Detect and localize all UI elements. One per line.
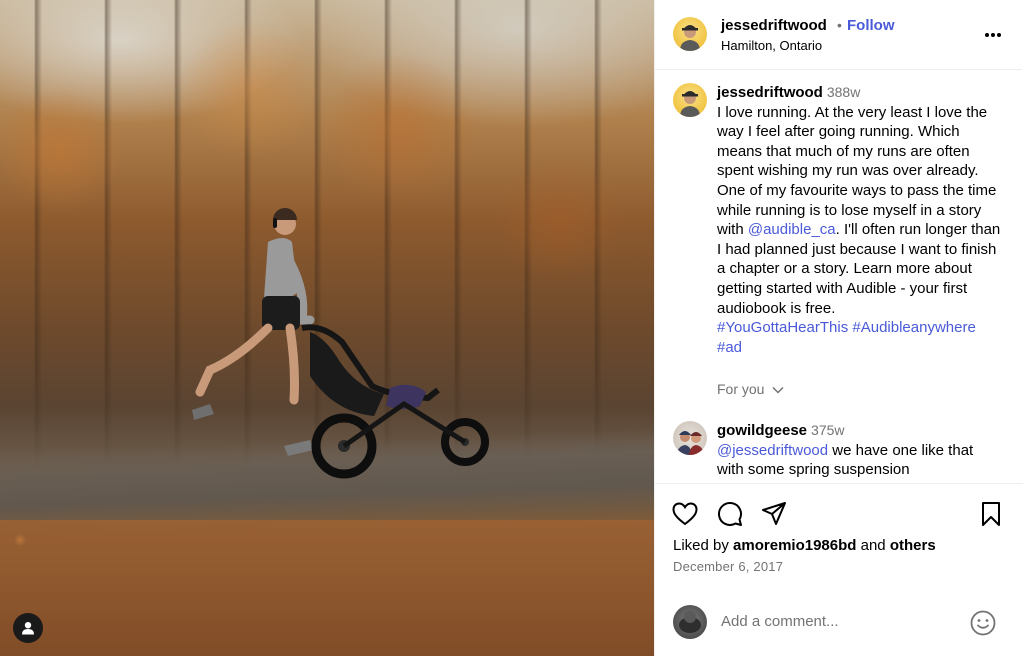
tagged-users-button[interactable] xyxy=(13,613,43,643)
add-comment-bar xyxy=(655,593,1023,656)
send-icon[interactable] xyxy=(760,500,788,528)
hashtag-link[interactable]: #ad xyxy=(717,339,742,356)
for-you-dropdown[interactable]: For you xyxy=(717,381,784,397)
profile-photo-icon xyxy=(676,431,704,455)
comment-mention[interactable]: @jessedriftwood xyxy=(717,442,828,459)
author-avatar[interactable] xyxy=(673,17,707,51)
heart-icon[interactable] xyxy=(671,500,699,528)
post-header: jessedriftwood • Follow Hamilton, Ontari… xyxy=(655,0,1022,70)
caption-mention[interactable]: @audible_ca xyxy=(748,221,836,238)
post-photo[interactable] xyxy=(0,0,654,656)
bookmark-icon[interactable] xyxy=(977,500,1005,528)
caption-username[interactable]: jessedriftwood xyxy=(717,84,823,101)
likes-summary[interactable]: Liked by amoremio1986bd and others xyxy=(673,537,936,554)
likes-prefix: Liked by xyxy=(673,537,734,554)
for-you-label: For you xyxy=(717,381,765,397)
profile-photo-icon xyxy=(680,91,700,117)
post-date[interactable]: December 6, 2017 xyxy=(673,559,783,574)
comment-input[interactable] xyxy=(721,613,951,630)
more-icon xyxy=(985,33,1001,37)
author-username[interactable]: jessedriftwood xyxy=(721,17,827,34)
liker-username[interactable]: amoremio1986bd xyxy=(733,537,856,554)
comment-icon[interactable] xyxy=(716,500,744,528)
caption-text-part-1: I love running. At the very least I love… xyxy=(717,103,997,239)
profile-photo-icon xyxy=(679,611,701,633)
likes-others-link[interactable]: others xyxy=(890,537,936,554)
hashtag-link[interactable]: #Audibleanywhere xyxy=(852,319,975,336)
user-icon xyxy=(22,622,34,635)
photo-leaves xyxy=(0,520,654,656)
post-caption: jessedriftwood 388w I love running. At th… xyxy=(717,83,1007,357)
chevron-down-icon xyxy=(772,387,784,394)
post-location[interactable]: Hamilton, Ontario xyxy=(721,38,822,53)
runner-with-stroller-illustration xyxy=(192,208,489,479)
header-separator: • xyxy=(837,17,842,33)
emoji-icon[interactable] xyxy=(969,609,997,637)
current-user-avatar xyxy=(673,605,707,639)
follow-button[interactable]: Follow xyxy=(847,17,895,34)
comment: gowildgeese 375w @jessedriftwood we have … xyxy=(717,421,997,480)
commenter-avatar[interactable] xyxy=(673,421,707,455)
more-options-button[interactable] xyxy=(984,22,1002,43)
caption-author-avatar[interactable] xyxy=(673,83,707,117)
post-side-panel: jessedriftwood • Follow Hamilton, Ontari… xyxy=(654,0,1023,656)
comment-username[interactable]: gowildgeese xyxy=(717,422,807,439)
hashtag-link[interactable]: #YouGottaHearThis xyxy=(717,319,848,336)
profile-photo-icon xyxy=(680,25,700,51)
caption-time[interactable]: 388w xyxy=(827,84,860,100)
likes-middle: and xyxy=(856,537,890,554)
comments-section[interactable]: jessedriftwood 388w I love running. At th… xyxy=(655,71,1023,483)
post-actions: Liked by amoremio1986bd and others Decem… xyxy=(655,483,1023,593)
comment-time[interactable]: 375w xyxy=(811,422,844,438)
